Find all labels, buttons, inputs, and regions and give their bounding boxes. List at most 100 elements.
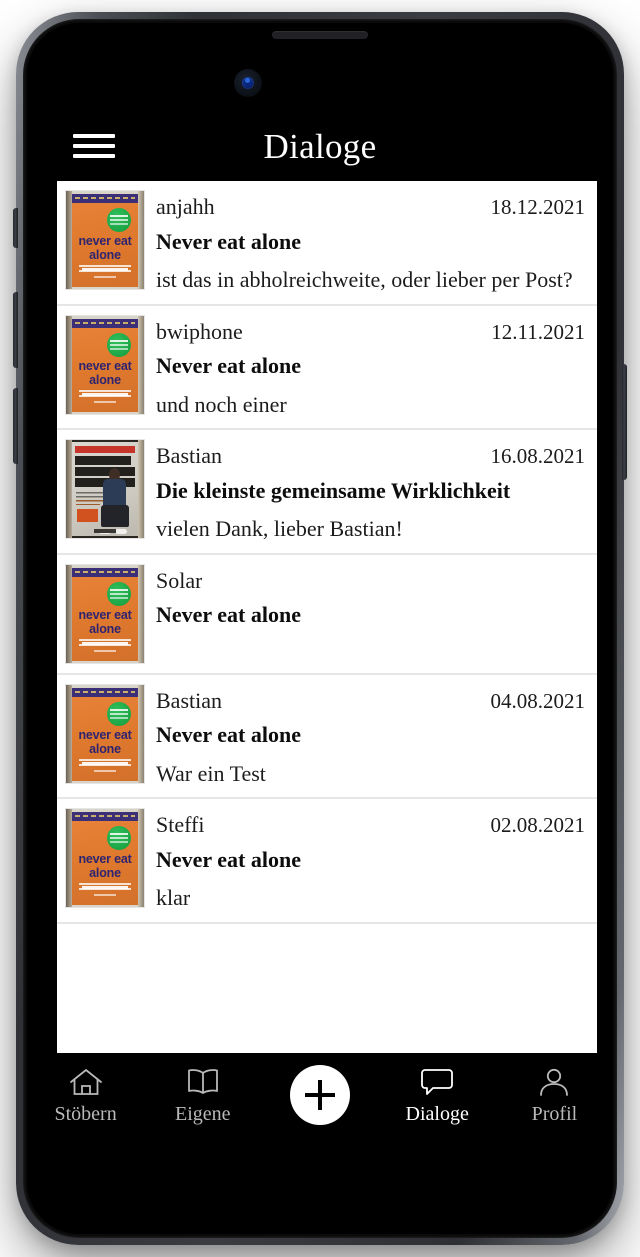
silent-switch-button[interactable] xyxy=(13,208,18,248)
conversation-row[interactable]: never eat alone bwiphone 12.11.2021 Never ea… xyxy=(57,305,597,430)
conversation-header: Solar xyxy=(156,567,585,595)
conversation-message-preview: vielen Dank, lieber Bastian! xyxy=(156,516,403,541)
conversation-meta: Bastian 04.08.2021 Never eat alone War ein … xyxy=(156,685,585,788)
conversation-row[interactable]: never eat alone Steffi 02.08.2021 Never eat … xyxy=(57,799,597,924)
tab-label: Eigene xyxy=(175,1103,231,1125)
cover-top-band xyxy=(72,687,138,697)
tab-stobern[interactable]: Stöbern xyxy=(27,1063,144,1125)
add-fab-circle[interactable] xyxy=(290,1065,350,1125)
cover-artwork: never eat alone xyxy=(72,318,138,412)
bottom-tab-bar: Stöbern Eigene Dialoge Profil xyxy=(27,1053,613,1149)
cover-sticker xyxy=(77,509,98,522)
tab-profil[interactable]: Profil xyxy=(496,1063,613,1125)
cover-edge-right xyxy=(138,564,144,663)
cover-photo-person xyxy=(96,468,136,534)
cover-author-subline xyxy=(94,769,116,772)
tab-label: Dialoge xyxy=(405,1103,469,1125)
conversation-partner: Steffi xyxy=(156,812,205,837)
conversation-row[interactable]: Bastian 16.08.2021 Die kleinste gemeinsame… xyxy=(57,430,597,555)
cover-artwork: never eat alone xyxy=(72,812,138,905)
conversation-header: Bastian 16.08.2021 xyxy=(156,442,585,470)
conversation-partner: Bastian xyxy=(156,687,222,713)
hamburger-bar-2 xyxy=(73,144,115,148)
cover-top-band xyxy=(72,194,138,203)
cover-title-line-1 xyxy=(75,456,131,465)
cover-top-band xyxy=(72,812,138,821)
book-cover-thumbnail xyxy=(66,440,144,538)
cover-edge-right xyxy=(138,191,144,289)
phone-screen: Dialoge never eat alone anjahh 18.12.2021 Ne… xyxy=(27,23,613,1234)
home-icon xyxy=(69,1063,103,1101)
conversation-list[interactable]: never eat alone anjahh 18.12.2021 Never eat … xyxy=(57,181,597,924)
conversation-date: 02.08.2021 xyxy=(490,813,586,837)
conversation-header: Steffi 02.08.2021 xyxy=(156,811,585,839)
cover-top-band xyxy=(72,567,138,577)
conversation-message-preview: War ein Test xyxy=(156,760,266,786)
conversation-meta: Bastian 16.08.2021 Die kleinste gemeinsame… xyxy=(156,440,585,543)
conversation-message-preview: ist das in abholreichweite, oder lieber … xyxy=(156,267,573,292)
cover-artwork: never eat alone xyxy=(72,194,138,287)
conversation-row[interactable]: never eat alone anjahh 18.12.2021 Never eat … xyxy=(57,181,597,306)
tab-label: Profil xyxy=(531,1103,578,1125)
plus-icon xyxy=(305,1080,335,1110)
cover-top-band xyxy=(72,318,138,328)
conversation-message-preview: klar xyxy=(156,885,191,910)
tab-label: Stöbern xyxy=(54,1103,117,1125)
cover-person-legs xyxy=(101,505,129,527)
tab-eigene[interactable]: Eigene xyxy=(144,1063,261,1125)
person-icon xyxy=(537,1063,571,1101)
cover-seal-badge xyxy=(107,581,131,606)
hamburger-bar-3 xyxy=(73,154,115,158)
chat-bubble-icon xyxy=(420,1063,454,1101)
cover-title-line-2: alone xyxy=(89,372,121,387)
cover-title-line-1: never eat xyxy=(78,607,132,622)
cover-title-line-2: alone xyxy=(89,621,121,636)
cover-seal-badge xyxy=(107,701,131,726)
conversation-meta: Solar Never eat alone xyxy=(156,565,585,630)
volume-up-button[interactable] xyxy=(13,292,18,368)
conversation-date: 04.08.2021 xyxy=(490,688,586,713)
cover-title-line-1: never eat xyxy=(78,234,132,248)
conversation-book-title: Never eat alone xyxy=(156,722,301,747)
cover-author-subline xyxy=(94,400,116,403)
cover-author-name xyxy=(82,886,128,889)
cover-author-subline xyxy=(94,276,116,278)
conversation-date: 16.08.2021 xyxy=(490,444,586,468)
tab-dialoge[interactable]: Dialoge xyxy=(379,1063,496,1125)
cover-edge-right xyxy=(138,440,144,538)
cover-title-line-2: alone xyxy=(89,741,121,756)
cover-author-name xyxy=(82,392,128,396)
phone-bezel: Dialoge never eat alone anjahh 18.12.2021 Ne… xyxy=(23,19,617,1238)
book-cover-thumbnail: never eat alone xyxy=(66,564,144,663)
conversation-header: Bastian 04.08.2021 xyxy=(156,687,585,715)
conversation-date: 18.12.2021 xyxy=(490,195,586,219)
app-root: Dialoge never eat alone anjahh 18.12.2021 Ne… xyxy=(27,23,613,1234)
conversation-book-title: Die kleinste gemeinsame Wirklichkeit xyxy=(156,477,511,503)
cover-title-line-1: never eat xyxy=(78,727,132,742)
cover-seal-badge xyxy=(107,826,131,850)
hamburger-bar-1 xyxy=(73,134,115,138)
conversation-meta: anjahh 18.12.2021 Never eat alone ist das i… xyxy=(156,191,585,294)
conversation-header: anjahh 18.12.2021 xyxy=(156,193,585,221)
cover-author-name xyxy=(82,641,128,645)
phone-device-frame: Dialoge never eat alone anjahh 18.12.2021 Ne… xyxy=(13,12,627,1245)
conversation-row[interactable]: never eat alone Solar Never eat alone xyxy=(57,554,597,675)
conversation-row[interactable]: never eat alone Bastian 04.08.2021 Never eat… xyxy=(57,674,597,799)
cover-publisher-mark xyxy=(94,529,116,533)
cover-author-name xyxy=(82,268,128,271)
cover-title-line-2: alone xyxy=(89,248,121,262)
cover-author-band xyxy=(75,446,135,453)
conversation-list-panel: never eat alone anjahh 18.12.2021 Never eat … xyxy=(57,181,597,1053)
cover-author-name xyxy=(82,761,128,765)
conversation-message-preview: und noch einer xyxy=(156,391,287,417)
conversation-partner: anjahh xyxy=(156,194,215,219)
conversation-book-title: Never eat alone xyxy=(156,846,301,872)
cover-artwork xyxy=(72,442,138,536)
volume-down-button[interactable] xyxy=(13,388,18,464)
hamburger-menu-icon[interactable] xyxy=(73,131,115,161)
conversation-partner: Bastian xyxy=(156,443,222,468)
app-bar: Dialoge xyxy=(27,115,613,177)
cover-seal-badge xyxy=(107,208,131,232)
power-button[interactable] xyxy=(622,364,627,480)
open-book-icon xyxy=(186,1063,220,1101)
